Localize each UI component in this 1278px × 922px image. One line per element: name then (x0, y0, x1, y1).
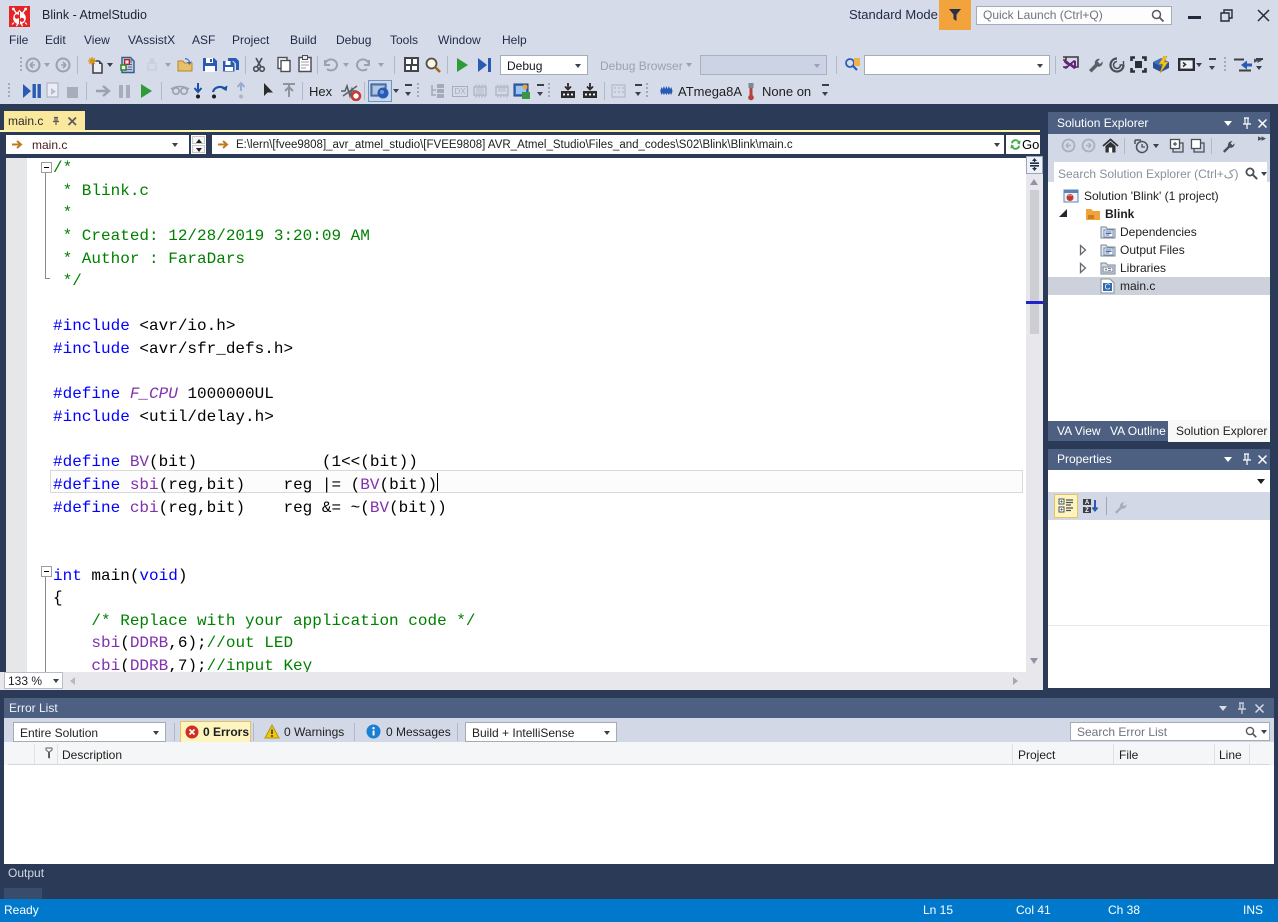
svg-text:Z: Z (1085, 508, 1089, 514)
svg-text:A: A (1085, 500, 1090, 506)
svg-text:C: C (1105, 283, 1111, 292)
